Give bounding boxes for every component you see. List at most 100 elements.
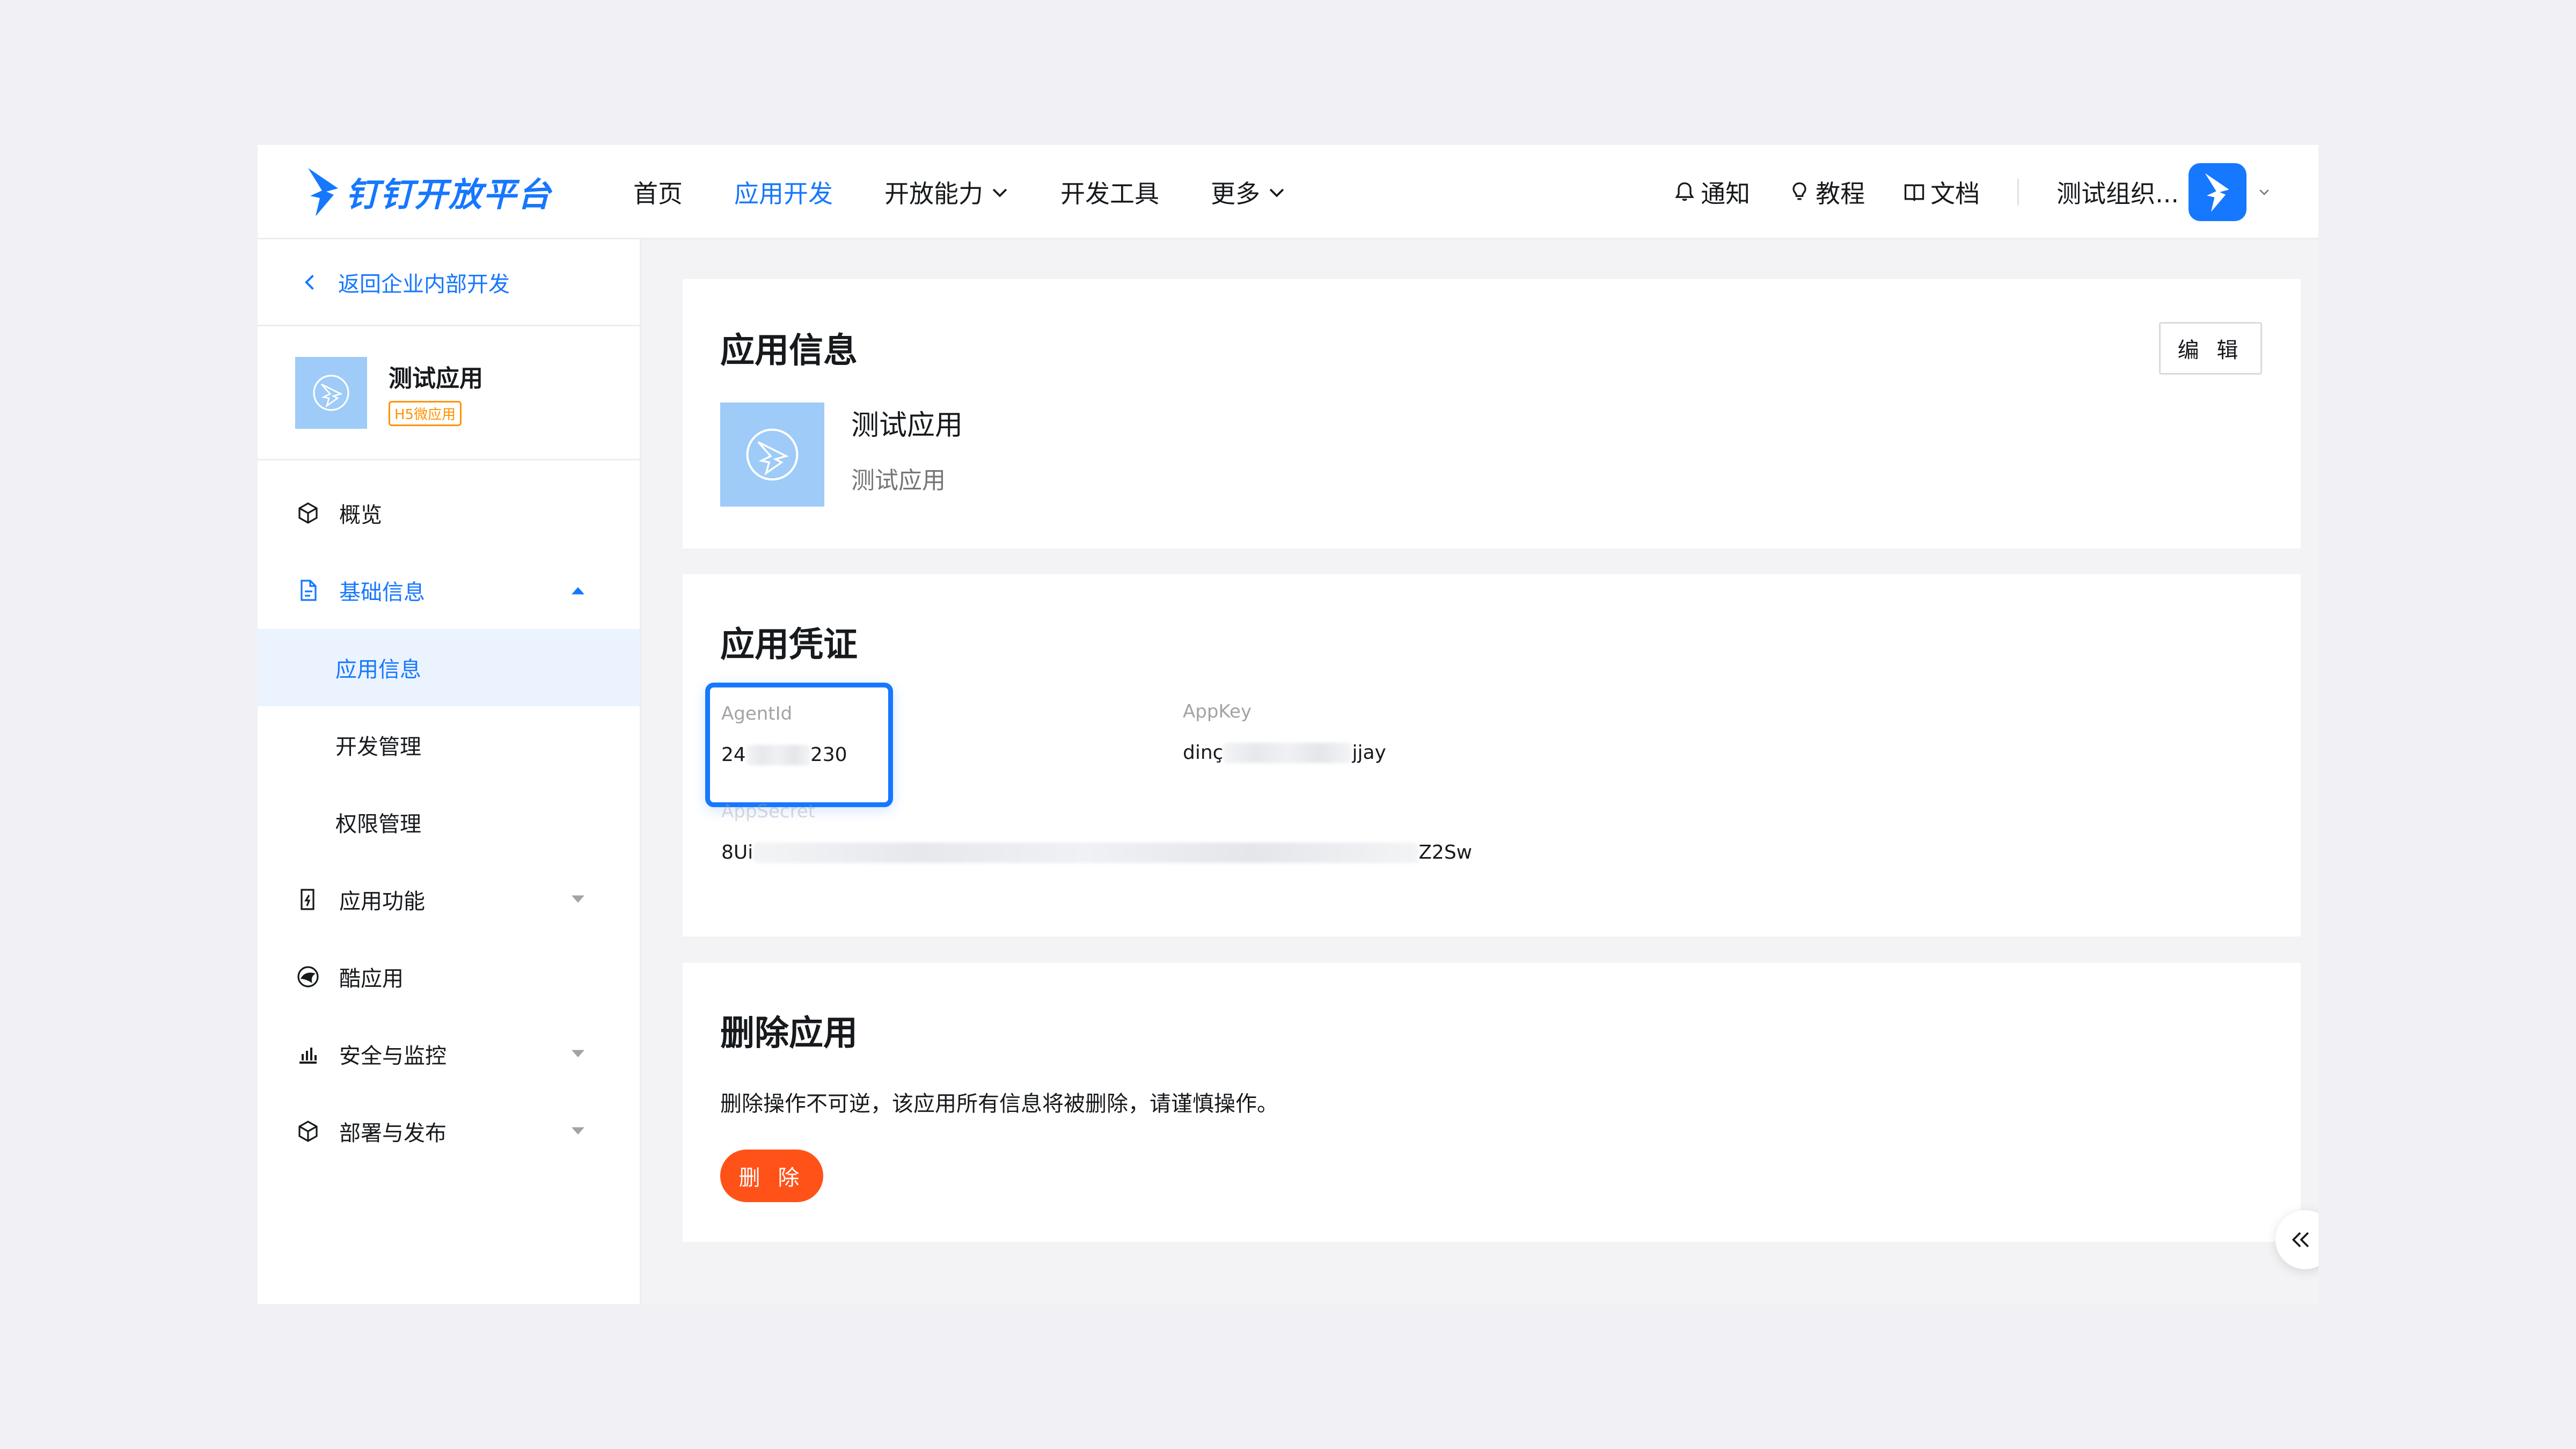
agent-id-label: AgentId	[721, 703, 793, 724]
chevron-down-icon	[2259, 189, 2269, 195]
sidebar-subitem-app-info[interactable]: 应用信息	[258, 629, 640, 706]
nav-divider	[2017, 179, 2019, 206]
app-icon	[295, 356, 367, 429]
caret-down-icon	[572, 1050, 584, 1057]
dingtalk-placeholder-icon	[746, 428, 799, 481]
nav-app-dev[interactable]: 应用开发	[734, 174, 833, 210]
sidebar-subitem-label: 权限管理	[335, 812, 421, 837]
app-info-card: 应用信息 编 辑 测试应用 测试应用	[683, 279, 2301, 548]
tutorial-link[interactable]: 教程	[1788, 174, 1865, 210]
nav-home[interactable]: 首页	[633, 174, 683, 210]
sidebar-item-label: 酷应用	[339, 967, 404, 991]
lightbulb-icon	[1792, 182, 1806, 200]
caret-down-icon	[572, 895, 584, 903]
agent-id-value[interactable]: 24 230	[721, 744, 847, 766]
app-key-suffix: jjay	[1352, 742, 1386, 764]
sidebar-item-cool-app[interactable]: 酷应用	[258, 938, 640, 1015]
app-key-value[interactable]: dinç jjay	[1183, 742, 1386, 764]
phone-bolt-icon	[301, 889, 314, 910]
app-secret-value[interactable]: 8Ui Z2Sw	[721, 841, 1472, 863]
agent-id-field: AgentId 24 230	[721, 703, 847, 766]
app-credentials-card: 应用凭证 AgentId 24 230 AppKey dinç jjay App…	[683, 574, 2301, 936]
sidebar-item-security-monitoring[interactable]: 安全与监控	[258, 1015, 640, 1093]
back-link-label: 返回企业内部开发	[338, 272, 510, 297]
notify-label: 通知	[1701, 179, 1751, 208]
chevron-down-icon	[1269, 188, 1284, 197]
edit-button[interactable]: 编 辑	[2159, 322, 2262, 375]
sidebar-app-card: 测试应用 H5微应用	[258, 326, 640, 460]
nav-right: 通知 教程 文档 测试组织...	[1635, 145, 2271, 239]
nav-more[interactable]: 更多	[1211, 174, 1286, 210]
back-to-internal-dev[interactable]: 返回企业内部开发	[258, 239, 640, 326]
redacted-blur	[1223, 742, 1352, 763]
sidebar-item-basic-info[interactable]: 基础信息	[258, 552, 640, 629]
org-avatar	[2189, 163, 2246, 221]
sidebar-item-label: 安全与监控	[339, 1044, 447, 1069]
nav-dev-tools[interactable]: 开发工具	[1060, 174, 1159, 210]
notify-link[interactable]: 通知	[1673, 174, 1750, 210]
app-secret-label: AppSecret	[721, 801, 816, 822]
nav-open-capabilities[interactable]: 开放能力	[884, 174, 1009, 210]
org-name: 测试组织...	[2057, 179, 2179, 208]
app-secret-field: AppSecret 8Ui Z2Sw	[721, 801, 1472, 863]
delete-warning-text: 删除操作不可逆，该应用所有信息将被删除，请谨慎操作。	[720, 1092, 1278, 1116]
app-description: 测试应用	[851, 467, 946, 494]
book-icon	[1904, 184, 1924, 202]
chevron-left-icon	[304, 274, 314, 290]
dingtalk-logo-icon	[2205, 173, 2229, 212]
cool-app-icon	[297, 966, 319, 987]
app-info-summary: 测试应用 测试应用	[720, 402, 963, 507]
redacted-blur	[753, 842, 1419, 863]
dingtalk-placeholder-icon	[313, 374, 349, 411]
app-credentials-title: 应用凭证	[720, 625, 858, 665]
sidebar-item-label: 基础信息	[339, 580, 425, 605]
sidebar-item-overview[interactable]: 概览	[258, 474, 640, 552]
caret-up-icon	[572, 587, 584, 595]
sidebar-item-app-features[interactable]: 应用功能	[258, 861, 640, 938]
nav-more-label: 更多	[1211, 179, 1260, 208]
app-key-field: AppKey dinç jjay	[1183, 701, 1386, 764]
delete-app-card: 删除应用 删除操作不可逆，该应用所有信息将被删除，请谨慎操作。 删 除	[683, 963, 2301, 1242]
nav-app-dev-label: 应用开发	[734, 179, 833, 208]
nav-home-label: 首页	[633, 179, 683, 208]
app-type-badge: H5微应用	[389, 401, 462, 426]
sidebar-item-label: 概览	[339, 503, 382, 528]
app-info-title: 应用信息	[720, 331, 858, 371]
app-icon	[720, 402, 824, 507]
org-switcher[interactable]: 测试组织...	[2057, 163, 2271, 221]
bar-chart-icon	[299, 1048, 317, 1064]
app-window: 钉钉开放平台 首页 应用开发 开放能力 开发工具 更多 通知 教程 文档 测试组…	[258, 145, 2318, 1304]
app-name: 测试应用	[851, 409, 963, 442]
nav-open-capabilities-label: 开放能力	[884, 179, 983, 208]
sidebar-item-label: 部署与发布	[339, 1121, 447, 1146]
sidebar-subitem-dev-management[interactable]: 开发管理	[258, 706, 640, 784]
caret-down-icon	[572, 1127, 584, 1135]
doc-icon	[301, 580, 317, 601]
sidebar-subitem-label: 应用信息	[335, 657, 421, 682]
brand-name: 钉钉开放平台	[346, 175, 552, 214]
delete-button[interactable]: 删 除	[720, 1150, 823, 1202]
brand-logo[interactable]: 钉钉开放平台	[306, 157, 552, 226]
nav-dev-tools-label: 开发工具	[1060, 179, 1159, 208]
sidebar-subitem-permission-management[interactable]: 权限管理	[258, 784, 640, 861]
tutorial-label: 教程	[1816, 179, 1865, 208]
main-nav: 首页 应用开发 开放能力 开发工具 更多	[633, 145, 1337, 239]
dingtalk-logo-icon	[308, 168, 338, 216]
docs-link[interactable]: 文档	[1902, 174, 1980, 210]
app-secret-prefix: 8Ui	[721, 841, 753, 863]
sidebar-item-deploy-publish[interactable]: 部署与发布	[258, 1093, 640, 1170]
double-chevron-left-icon	[2292, 1232, 2309, 1248]
package-icon	[298, 1121, 318, 1142]
app-key-label: AppKey	[1183, 701, 1252, 722]
redacted-blur	[745, 744, 810, 765]
app-secret-suffix: Z2Sw	[1418, 841, 1473, 863]
agent-id-prefix: 24	[721, 744, 746, 766]
app-key-prefix: dinç	[1183, 742, 1224, 764]
sidebar-item-label: 应用功能	[339, 889, 425, 914]
agent-id-suffix: 230	[810, 744, 847, 766]
sidebar: 返回企业内部开发 测试应用 H5微应用 概览 基础信息 应用信息 开发管理 权限…	[258, 239, 641, 1304]
sidebar-subitem-label: 开发管理	[335, 735, 421, 759]
top-navbar: 钉钉开放平台 首页 应用开发 开放能力 开发工具 更多 通知 教程 文档 测试组…	[258, 145, 2318, 239]
cube-icon	[298, 502, 318, 524]
chevron-down-icon	[992, 188, 1007, 197]
